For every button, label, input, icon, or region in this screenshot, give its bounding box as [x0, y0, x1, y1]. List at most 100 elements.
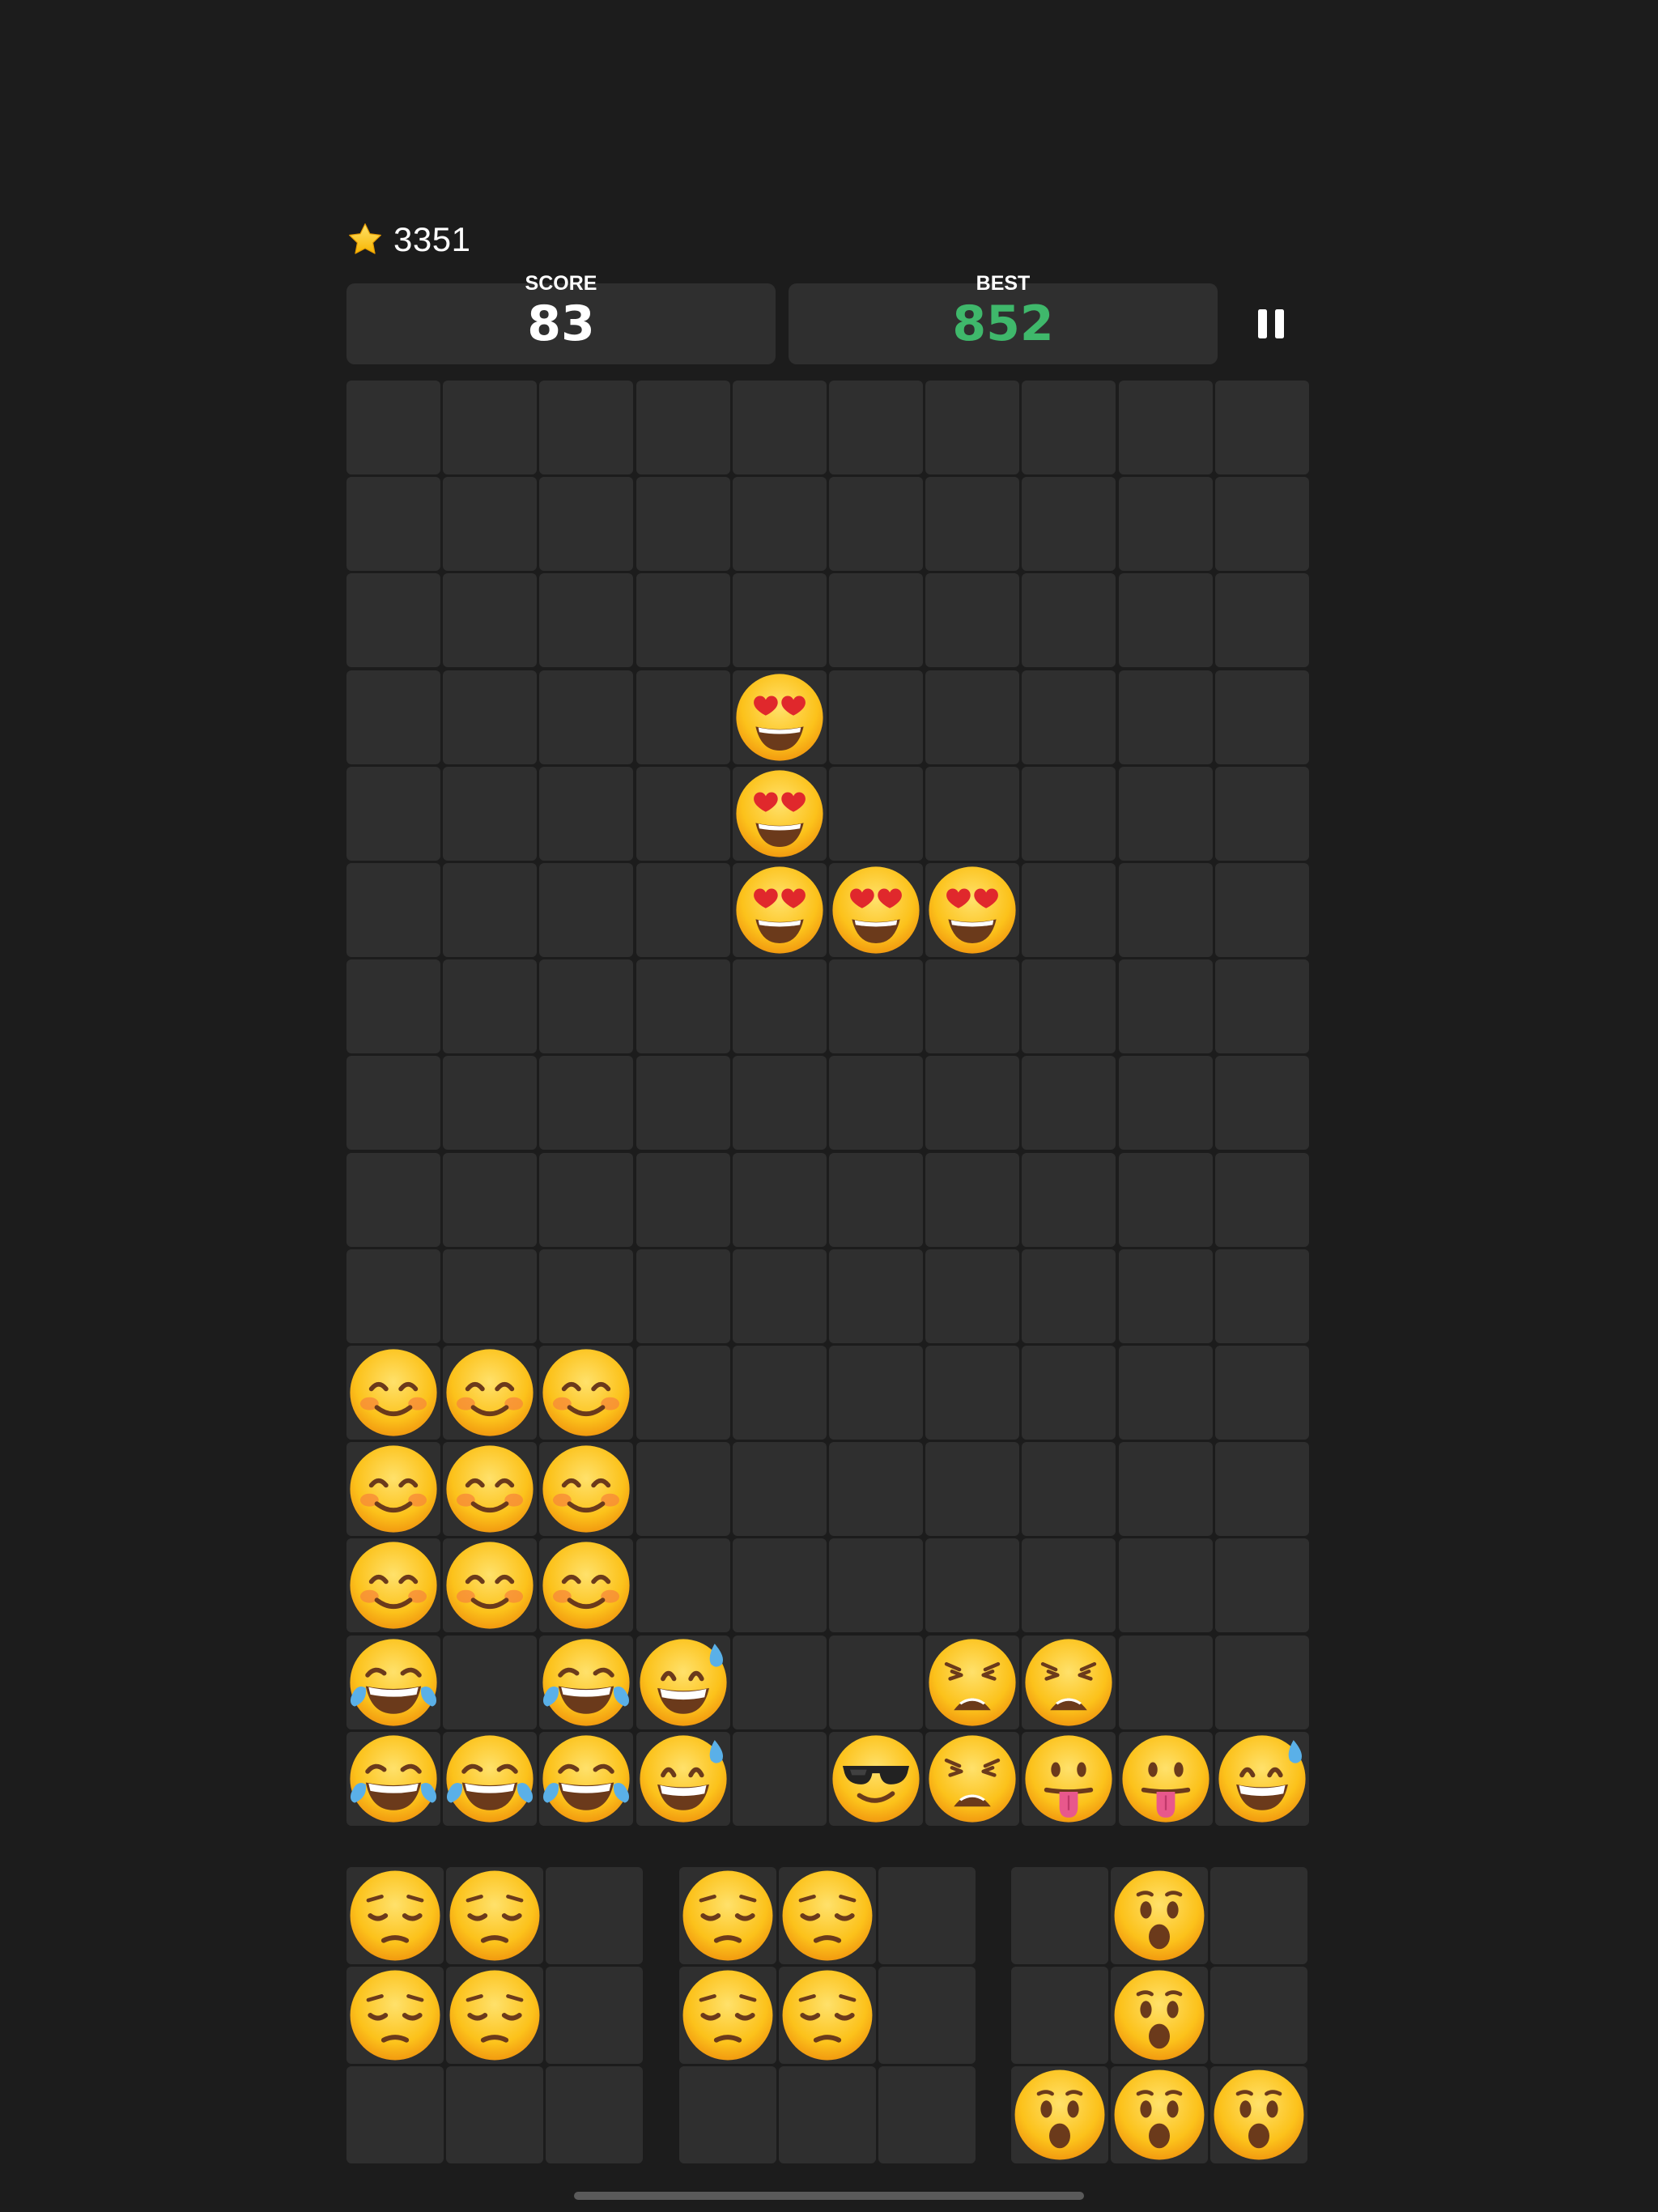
board-cell[interactable]	[1118, 1635, 1213, 1729]
board-cell[interactable]	[1022, 1346, 1116, 1440]
board-cell[interactable]	[1214, 1249, 1309, 1343]
board-cell[interactable]	[636, 959, 730, 1054]
board-cell[interactable]	[636, 863, 730, 957]
board-cell[interactable]	[829, 863, 923, 957]
board-cell[interactable]	[1118, 477, 1213, 572]
board-cell[interactable]	[636, 1442, 730, 1537]
board-cell[interactable]	[636, 766, 730, 861]
board-cell[interactable]	[925, 1731, 1020, 1826]
board-cell[interactable]	[1214, 1635, 1309, 1729]
board-cell[interactable]	[1118, 573, 1213, 668]
board-cell[interactable]	[1214, 477, 1309, 572]
board-cell[interactable]	[829, 1635, 923, 1729]
board-cell[interactable]	[829, 1152, 923, 1247]
board-cell[interactable]	[636, 573, 730, 668]
board-cell[interactable]	[346, 863, 440, 957]
home-indicator[interactable]	[574, 2192, 1084, 2200]
board-cell[interactable]	[829, 573, 923, 668]
board-cell[interactable]	[539, 1538, 634, 1633]
board-cell[interactable]	[925, 959, 1020, 1054]
board-cell[interactable]	[732, 573, 827, 668]
board-cell[interactable]	[443, 1249, 538, 1343]
board-cell[interactable]	[539, 766, 634, 861]
board-cell[interactable]	[346, 1346, 440, 1440]
board-cell[interactable]	[925, 1152, 1020, 1247]
board-cell[interactable]	[346, 1249, 440, 1343]
board-cell[interactable]	[346, 766, 440, 861]
board-cell[interactable]	[732, 477, 827, 572]
board-cell[interactable]	[925, 766, 1020, 861]
board-cell[interactable]	[539, 1152, 634, 1247]
board-cell[interactable]	[539, 863, 634, 957]
board-cell[interactable]	[636, 1152, 730, 1247]
board-cell[interactable]	[636, 1731, 730, 1826]
board-cell[interactable]	[443, 670, 538, 764]
board-cell[interactable]	[346, 1635, 440, 1729]
board-cell[interactable]	[346, 1538, 440, 1633]
board-cell[interactable]	[1118, 863, 1213, 957]
board-cell[interactable]	[1118, 1056, 1213, 1151]
board-cell[interactable]	[1022, 1249, 1116, 1343]
board-cell[interactable]	[732, 381, 827, 474]
board-cell[interactable]	[1022, 959, 1116, 1054]
board-cell[interactable]	[1214, 863, 1309, 957]
board-cell[interactable]	[1118, 1249, 1213, 1343]
board-cell[interactable]	[636, 381, 730, 474]
board-cell[interactable]	[1214, 1442, 1309, 1537]
board-cell[interactable]	[1022, 477, 1116, 572]
board-cell[interactable]	[443, 381, 538, 474]
board-cell[interactable]	[1214, 1346, 1309, 1440]
board-cell[interactable]	[346, 1056, 440, 1151]
board-cell[interactable]	[732, 1056, 827, 1151]
board-cell[interactable]	[636, 1635, 730, 1729]
board-cell[interactable]	[1214, 1056, 1309, 1151]
board-cell[interactable]	[1022, 1152, 1116, 1247]
board-cell[interactable]	[539, 959, 634, 1054]
board-cell[interactable]	[443, 863, 538, 957]
board-cell[interactable]	[829, 670, 923, 764]
board-cell[interactable]	[829, 1538, 923, 1633]
board-cell[interactable]	[1022, 670, 1116, 764]
board-cell[interactable]	[346, 573, 440, 668]
board-cell[interactable]	[732, 670, 827, 764]
board-cell[interactable]	[1022, 1442, 1116, 1537]
board-cell[interactable]	[732, 1346, 827, 1440]
board-cell[interactable]	[925, 670, 1020, 764]
board-cell[interactable]	[443, 573, 538, 668]
board-cell[interactable]	[636, 1056, 730, 1151]
board-cell[interactable]	[443, 1635, 538, 1729]
board-cell[interactable]	[539, 573, 634, 668]
board-cell[interactable]	[925, 863, 1020, 957]
board-cell[interactable]	[829, 1056, 923, 1151]
board-cell[interactable]	[539, 670, 634, 764]
board-cell[interactable]	[443, 1152, 538, 1247]
board-cell[interactable]	[636, 670, 730, 764]
board-cell[interactable]	[636, 1538, 730, 1633]
board-cell[interactable]	[539, 1346, 634, 1440]
board-cell[interactable]	[1022, 573, 1116, 668]
board-cell[interactable]	[1118, 670, 1213, 764]
board-cell[interactable]	[443, 1538, 538, 1633]
board-cell[interactable]	[829, 1731, 923, 1826]
board-cell[interactable]	[1118, 381, 1213, 474]
board-cell[interactable]	[443, 766, 538, 861]
board-cell[interactable]	[1022, 863, 1116, 957]
board-cell[interactable]	[1022, 766, 1116, 861]
board-cell[interactable]	[1118, 1152, 1213, 1247]
board-cell[interactable]	[1214, 1538, 1309, 1633]
board-cell[interactable]	[925, 1635, 1020, 1729]
pause-button[interactable]	[1247, 300, 1295, 348]
board-cell[interactable]	[829, 766, 923, 861]
board-cell[interactable]	[732, 1538, 827, 1633]
board-cell[interactable]	[443, 1346, 538, 1440]
board-cell[interactable]	[732, 1731, 827, 1826]
board-cell[interactable]	[539, 1731, 634, 1826]
board-cell[interactable]	[346, 1731, 440, 1826]
board-cell[interactable]	[732, 1152, 827, 1247]
board-cell[interactable]	[732, 766, 827, 861]
board-cell[interactable]	[539, 477, 634, 572]
board-cell[interactable]	[925, 381, 1020, 474]
piece-tray-3[interactable]	[1011, 1867, 1312, 2163]
board-cell[interactable]	[346, 1152, 440, 1247]
board-cell[interactable]	[346, 670, 440, 764]
